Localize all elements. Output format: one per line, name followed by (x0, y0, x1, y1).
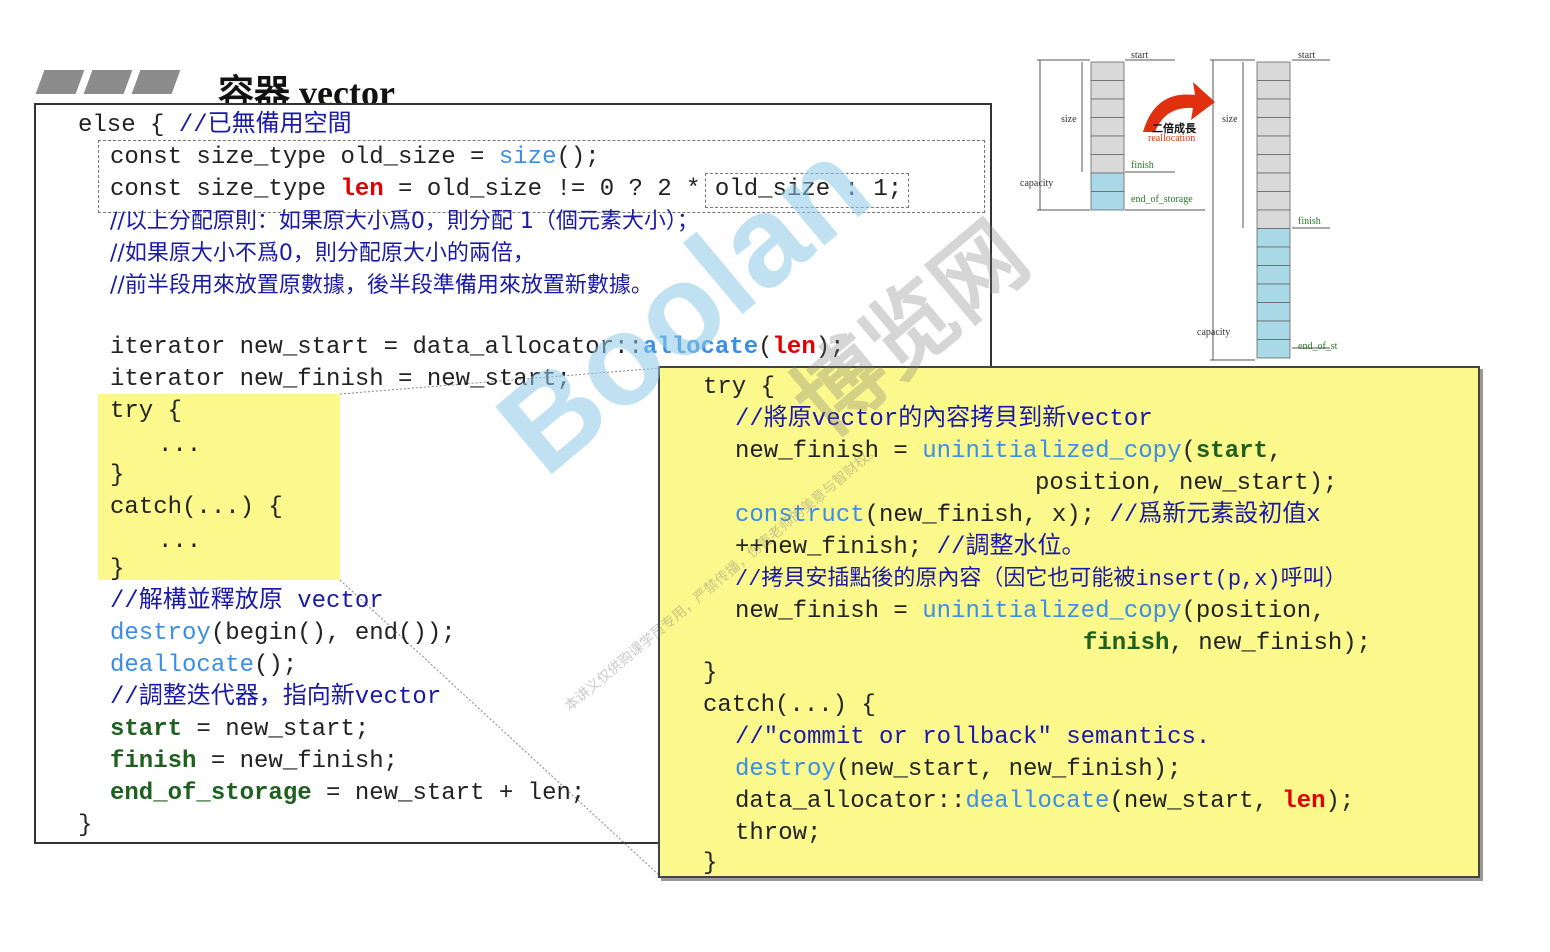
popup-line-copy-2-args: finish, new_finish); (1083, 630, 1372, 657)
old-used-cell (1090, 61, 1125, 81)
eos-label-old: end_of_storage (1131, 194, 1193, 205)
code-line-end: } (78, 812, 93, 839)
new-free-cell (1256, 302, 1291, 322)
code-line-try: try { (110, 398, 183, 425)
new-free-cell (1256, 228, 1291, 248)
size-label-new: size (1222, 114, 1238, 125)
popup-line-copy-2: new_finish = uninitialized_copy(position… (735, 598, 1326, 625)
code-line-old-size: const size_type old_size = size(); (110, 144, 600, 171)
arrow-subcaption: reallocation (1148, 133, 1196, 144)
popup-comment-copy-rest: //拷貝安插點後的原內容（因它也可能被insert(p,x)呼叫） (735, 567, 1347, 592)
popup-line-catch: catch(...) { (703, 692, 876, 719)
new-free-cell (1256, 283, 1291, 303)
start-label-new: start (1298, 50, 1316, 61)
finish-label-new: finish (1298, 216, 1321, 227)
comment-line-iterators: //調整迭代器，指向新vector (110, 684, 442, 711)
code-line-end-of-storage: end_of_storage = new_start + len; (110, 780, 586, 807)
old-used-cell (1090, 117, 1125, 137)
new-free-cell (1256, 339, 1291, 359)
comment-line-1: //以上分配原則：如果原大小爲0，則分配 1（個元素大小）； (110, 209, 699, 234)
eos-label-new: end_of_st (1298, 341, 1338, 352)
code-line-start: start = new_start; (110, 716, 370, 743)
code-line-catch: catch(...) { (110, 494, 283, 521)
new-used-cell (1256, 80, 1291, 100)
comment-line-2: //如果原大小不爲0，則分配原大小的兩倍， (110, 241, 535, 266)
popup-comment-semantics: //"commit or rollback" semantics. (735, 724, 1211, 751)
vector-growth-diagram: start start size size capacity capacity … (1015, 40, 1350, 365)
new-used-cell (1256, 117, 1291, 137)
new-free-cell (1256, 246, 1291, 266)
code-line-destroy: destroy(begin(), end()); (110, 620, 456, 647)
new-used-cell (1256, 209, 1291, 229)
capacity-label-new: capacity (1197, 327, 1231, 338)
popup-line-destroy: destroy(new_start, new_finish); (735, 756, 1182, 783)
code-line-finish: finish = new_finish; (110, 748, 399, 775)
old-used-cell (1090, 98, 1125, 118)
popup-line-copy-1-args: position, new_start); (1035, 470, 1338, 497)
comment-line-destroy: //解構並釋放原 vector (110, 588, 384, 615)
new-used-cell (1256, 61, 1291, 81)
old-used-cell (1090, 135, 1125, 155)
popup-line-close-catch: } (703, 850, 718, 877)
finish-label-old: finish (1131, 160, 1154, 171)
popup-line-increment: ++new_finish; //調整水位。 (735, 534, 1086, 561)
new-free-cell (1256, 265, 1291, 285)
popup-line-deallocate: data_allocator::deallocate(new_start, le… (735, 788, 1355, 815)
size-label-old: size (1061, 114, 1077, 125)
code-line-deallocate: deallocate(); (110, 652, 298, 679)
code-line-close-2: } (110, 556, 125, 583)
old-free-cell (1090, 191, 1125, 211)
popup-line-close-try: } (703, 660, 718, 687)
new-used-cell (1256, 154, 1291, 174)
code-line-close-1: } (110, 462, 125, 489)
comment-line-3: //前半段用來放置原數據，後半段準備用來放置新數據。 (110, 273, 653, 298)
old-used-cell (1090, 80, 1125, 100)
capacity-label-old: capacity (1020, 178, 1054, 189)
popup-line-throw: throw; (735, 820, 822, 847)
new-used-cell (1256, 135, 1291, 155)
new-used-cell (1256, 172, 1291, 192)
new-used-cell (1256, 98, 1291, 118)
start-label-old: start (1131, 50, 1149, 61)
popup-comment-copy: //將原vector的內容拷貝到新vector (735, 406, 1153, 433)
code-line-else: else { //已無備用空間 (78, 112, 352, 139)
old-used-cell (1090, 154, 1125, 174)
old-free-cell (1090, 172, 1125, 192)
new-free-cell (1256, 320, 1291, 340)
new-used-cell (1256, 191, 1291, 211)
code-line-dots-1: ... (158, 432, 202, 459)
code-line-dots-2: ... (158, 528, 202, 555)
popup-line-copy-1: new_finish = uninitialized_copy(start, (735, 438, 1283, 465)
